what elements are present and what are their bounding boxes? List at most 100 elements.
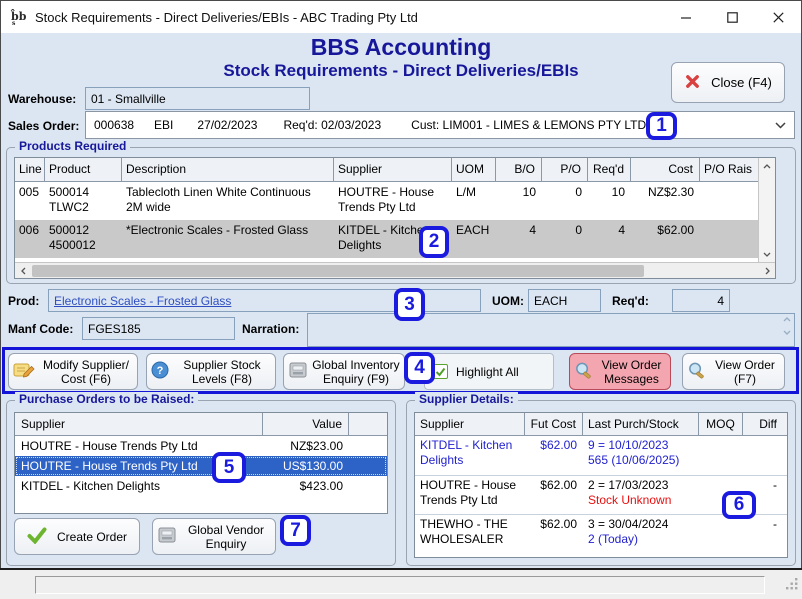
scrollbar-thumb[interactable]	[32, 265, 644, 277]
memo-pencil-icon	[13, 361, 35, 383]
warehouse-field[interactable]: 01 - Smallville	[85, 87, 310, 110]
products-table: Line Product Description Supplier UOM B/…	[14, 157, 776, 279]
sales-order-dropdown[interactable]: 000638 EBI 27/02/2023 Req'd: 02/03/2023 …	[85, 111, 795, 139]
col-sd-diff[interactable]: Diff	[743, 413, 783, 435]
view-label-2: (F7)	[734, 372, 756, 386]
view-order-button[interactable]: View Order(F7)	[682, 353, 785, 390]
resize-grip[interactable]	[786, 578, 799, 596]
chevron-down-icon	[775, 118, 786, 132]
maximize-button[interactable]	[709, 1, 755, 33]
col-supplier[interactable]: Supplier	[334, 158, 452, 181]
table-row[interactable]: KITDEL - Kitchen Delights $62.00 9 = 10/…	[415, 436, 787, 475]
annotation-7: 7	[280, 515, 311, 546]
application-window: b̂bs Stock Requirements - Direct Deliver…	[0, 0, 802, 599]
table-row-selected[interactable]: 006 500012 4500012 *Electronic Scales - …	[15, 220, 775, 258]
sd-supplier: KITDEL - Kitchen Delights	[415, 436, 525, 475]
minimize-button[interactable]	[663, 1, 709, 33]
close-f4-button[interactable]: Close (F4)	[671, 62, 785, 103]
table-row[interactable]: 005 500014 TLWC2 Tablecloth Linen White …	[15, 182, 775, 220]
horizontal-scrollbar[interactable]	[15, 262, 775, 278]
col-po[interactable]: P/O	[542, 158, 588, 181]
col-po-supplier[interactable]: Supplier	[15, 413, 263, 435]
red-x-icon	[684, 73, 701, 93]
terminal-icon	[157, 526, 177, 547]
reqd-field[interactable]: 4	[672, 289, 730, 312]
list-item-selected[interactable]: HOUTRE - House Trends Pty Ltd US$130.00	[15, 456, 387, 476]
prod-link[interactable]: Electronic Scales - Frosted Glass	[54, 294, 231, 308]
create-order-label: Create Order	[57, 530, 127, 544]
inventory-label-2: Enquiry (F9)	[323, 372, 389, 386]
col-bo[interactable]: B/O	[496, 158, 542, 181]
cell-bo: 10	[496, 182, 542, 220]
col-uom[interactable]: UOM	[452, 158, 496, 181]
status-bar	[0, 570, 802, 599]
annotation-1: 1	[646, 112, 677, 140]
products-table-header: Line Product Description Supplier UOM B/…	[15, 158, 775, 182]
highlight-all-checkbox[interactable]	[433, 364, 448, 379]
sd-last-1: 3 = 30/04/2024	[588, 517, 668, 531]
list-item[interactable]: HOUTRE - House Trends Pty Ltd NZ$23.00	[15, 436, 387, 456]
narration-field[interactable]	[307, 313, 795, 347]
view-order-messages-button[interactable]: View OrderMessages	[569, 353, 671, 390]
cell-po-raised	[700, 220, 760, 258]
col-cost[interactable]: Cost	[631, 158, 700, 181]
sd-supplier: HOUTRE - House Trends Pty Ltd	[415, 476, 525, 514]
modify-label-1: Modify Supplier/	[43, 358, 129, 372]
cell-line: 006	[15, 220, 45, 258]
vertical-scrollbar[interactable]	[758, 158, 775, 262]
annotation-2: 2	[419, 226, 449, 258]
cell-product: 500014 TLWC2	[45, 182, 122, 220]
view-label-1: View Order	[715, 358, 775, 372]
table-row[interactable]: THEWHO - THE WHOLESALER $62.00 3 = 30/04…	[415, 514, 787, 553]
manf-code-field[interactable]: FGES185	[82, 317, 235, 340]
uom-field[interactable]: EACH	[528, 289, 601, 312]
prod-label: Prod:	[8, 294, 39, 308]
col-po-value[interactable]: Value	[263, 413, 349, 435]
scroll-left-icon[interactable]	[15, 263, 31, 279]
uom-label: UOM:	[492, 294, 524, 308]
col-product[interactable]: Product	[45, 158, 122, 181]
col-sd-last[interactable]: Last Purch/Stock	[583, 413, 699, 435]
col-sd-futcost[interactable]: Fut Cost	[525, 413, 583, 435]
global-inventory-enquiry-button[interactable]: Global InventoryEnquiry (F9)	[283, 353, 405, 390]
sd-futcost: $62.00	[525, 515, 583, 553]
annotation-3: 3	[394, 288, 425, 321]
cell-po-raised	[700, 182, 760, 220]
narration-label: Narration:	[242, 322, 299, 336]
close-window-button[interactable]	[755, 1, 801, 33]
list-item[interactable]: KITDEL - Kitchen Delights $423.00	[15, 476, 387, 496]
manf-code-value: FGES185	[88, 322, 141, 336]
messages-label-1: View Order	[602, 358, 662, 372]
global-vendor-enquiry-button[interactable]: Global VendorEnquiry	[152, 518, 276, 555]
products-group-label: Products Required	[15, 139, 130, 153]
cell-po: 0	[542, 182, 588, 220]
narration-scroll-icons[interactable]	[783, 317, 791, 335]
order-customer: Cust: LIM001 - LIMES & LEMONS PTY LTD	[411, 118, 646, 132]
col-sd-supplier[interactable]: Supplier	[415, 413, 525, 435]
col-reqd[interactable]: Req'd	[588, 158, 631, 181]
po-value: NZ$23.00	[263, 439, 349, 453]
col-description[interactable]: Description	[122, 158, 334, 181]
reqd-label: Req'd:	[612, 294, 649, 308]
col-sd-moq[interactable]: MOQ	[699, 413, 743, 435]
cell-uom: L/M	[452, 182, 496, 220]
magnifier-icon	[574, 361, 593, 383]
col-po-raised[interactable]: P/O Rais	[700, 158, 760, 181]
magnifier-icon	[687, 361, 706, 383]
supplier-details-label: Supplier Details:	[415, 392, 518, 406]
cell-reqd: 10	[588, 182, 631, 220]
create-order-button[interactable]: Create Order	[14, 518, 140, 555]
col-line[interactable]: Line	[15, 158, 45, 181]
sd-supplier: THEWHO - THE WHOLESALER	[415, 515, 525, 553]
modify-supplier-cost-button[interactable]: Modify Supplier/Cost (F6)	[8, 353, 138, 390]
close-f4-label: Close (F4)	[711, 75, 772, 90]
annotation-4: 4	[404, 352, 435, 384]
scroll-down-icon[interactable]	[759, 246, 775, 262]
app-icon: b̂bs	[9, 7, 29, 27]
messages-label-2: Messages	[604, 372, 659, 386]
col-po-spacer	[349, 413, 387, 435]
scroll-right-icon[interactable]	[759, 263, 775, 279]
scroll-up-icon[interactable]	[759, 158, 775, 174]
order-type: EBI	[154, 118, 173, 132]
supplier-stock-levels-button[interactable]: ? Supplier StockLevels (F8)	[146, 353, 276, 390]
